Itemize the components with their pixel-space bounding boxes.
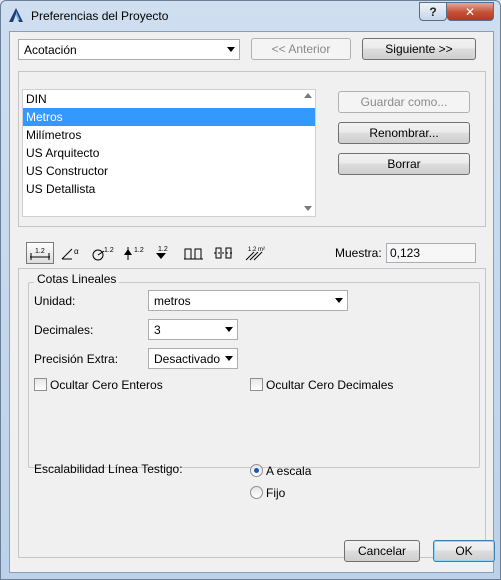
angular-dimension-icon[interactable]: α [58,242,86,264]
chevron-down-icon [225,327,233,332]
close-button[interactable]: ✕ [447,2,494,21]
precision-select[interactable]: Desactivado [148,348,238,369]
level-dimension-caption: 1.2 [134,247,144,254]
category-select-value: Acotación [24,42,77,57]
dialog-body: Acotación << Anterior Siguiente >> DIN Me… [9,31,495,573]
decimals-select-value: 3 [154,322,161,337]
scroll-up-icon[interactable] [304,93,312,98]
area-calculation-caption: 1.2 m² [248,247,265,253]
witness-scale-radio[interactable] [250,464,263,477]
list-item[interactable]: Metros [23,108,315,126]
window-title: Preferencias del Proyecto [31,9,169,23]
unit-select-value: metros [154,293,191,308]
list-item[interactable]: DIN [23,90,315,108]
hide-zero-dec-checkbox[interactable] [250,378,263,391]
witness-fixed-radio-label[interactable]: Fijo [266,486,285,500]
precision-select-value: Desactivado [154,351,221,366]
delete-button[interactable]: Borrar [338,153,470,175]
door-window-dimension-icon[interactable] [180,242,208,264]
chevron-down-icon [227,47,235,52]
previous-button[interactable]: << Anterior [251,38,351,60]
presets-list[interactable]: DIN Metros Milímetros US Arquitecto US Const… [22,89,316,217]
witness-scale-label: Escalabilidad Línea Testigo: [34,462,183,476]
cancel-button[interactable]: Cancelar [344,540,420,562]
hide-zero-int-checkbox[interactable] [34,378,47,391]
linear-dimensions-title: Cotas Lineales [34,272,120,286]
list-item[interactable]: US Arquitecto [23,144,315,162]
radial-dimension-caption: 1.2 [104,247,114,254]
list-item[interactable]: US Constructor [23,162,315,180]
unit-label: Unidad: [34,294,76,308]
unit-select[interactable]: metros [148,290,348,311]
level-dimension-icon[interactable]: 1.2 [120,242,148,264]
witness-fixed-radio[interactable] [250,486,263,499]
save-as-button[interactable]: Guardar como... [338,91,470,113]
hide-zero-int-label[interactable]: Ocultar Cero Enteros [50,378,163,392]
linear-dimension-icon[interactable]: 1.2 [26,242,54,264]
help-button[interactable]: ? [419,2,447,21]
list-item[interactable]: Milímetros [23,126,315,144]
chevron-down-icon [225,356,233,361]
rename-button[interactable]: Renombrar... [338,122,470,144]
elevation-dimension-icon[interactable]: 1.2 [150,242,178,264]
next-button[interactable]: Siguiente >> [362,38,476,60]
witness-scale-radio-label[interactable]: A escala [266,464,311,478]
sample-field: 0,123 [386,243,476,263]
linear-dimension-caption: 1.2 [35,248,45,255]
archicad-app-icon [9,8,23,22]
category-select[interactable]: Acotación [18,39,240,60]
title-bar[interactable]: Preferencias del Proyecto ? ✕ [1,1,500,30]
decimals-select[interactable]: 3 [148,319,238,340]
angular-dimension-caption: α [74,247,79,256]
presets-scrollbar[interactable] [302,89,314,217]
elevation-dimension-caption: 1.2 [158,246,168,253]
list-item[interactable]: US Detallista [23,180,315,198]
decimals-label: Decimales: [34,323,94,337]
radial-dimension-icon[interactable]: 1.2 [90,242,118,264]
sill-height-dimension-icon[interactable] [210,242,238,264]
chevron-down-icon [335,298,343,303]
area-calculation-icon[interactable]: 1.2 m² [242,242,270,264]
ok-button[interactable]: OK [433,540,495,562]
sample-label: Muestra: [335,246,382,260]
preferences-dialog: Preferencias del Proyecto ? ✕ Acotación … [0,0,501,580]
precision-label: Precisión Extra: [34,352,119,366]
hide-zero-dec-label[interactable]: Ocultar Cero Decimales [266,378,393,392]
scroll-down-icon[interactable] [304,206,312,211]
